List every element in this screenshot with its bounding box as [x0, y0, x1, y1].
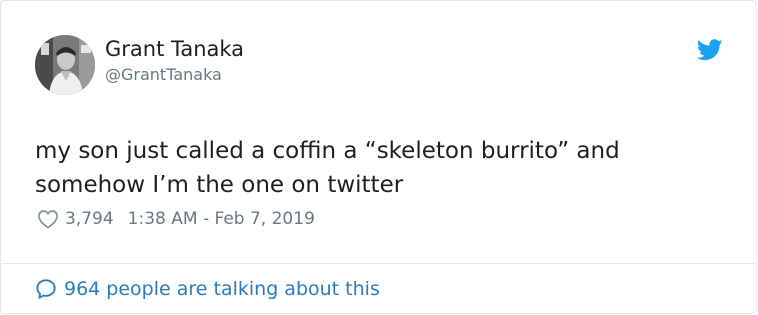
- tweet-timestamp[interactable]: 1:38 AM - Feb 7, 2019: [128, 209, 315, 229]
- tweet-text-line: my son just called a coffin a “skeleton …: [35, 138, 620, 164]
- author-name[interactable]: Grant Tanaka: [105, 37, 244, 61]
- author-handle[interactable]: @GrantTanaka: [105, 65, 222, 85]
- tweet-meta: 3,794 1:38 AM - Feb 7, 2019: [37, 207, 315, 231]
- conversation-link[interactable]: 964 people are talking about this: [35, 275, 380, 303]
- conversation-link-label[interactable]: 964 people are talking about this: [64, 278, 380, 300]
- twitter-bird-icon[interactable]: [697, 39, 723, 61]
- divider: [2, 263, 755, 264]
- avatar-photo: [35, 35, 95, 95]
- avatar[interactable]: [35, 35, 95, 95]
- like-count[interactable]: 3,794: [65, 209, 114, 229]
- speech-bubble-icon: [36, 279, 56, 299]
- heart-outline-icon[interactable]: [37, 209, 59, 229]
- tweet-card: Grant Tanaka @GrantTanaka my son just ca…: [0, 0, 757, 314]
- tweet-text-line: somehow I’m the one on twitter: [35, 172, 404, 198]
- tweet-text: my son just called a coffin a “skeleton …: [35, 134, 735, 202]
